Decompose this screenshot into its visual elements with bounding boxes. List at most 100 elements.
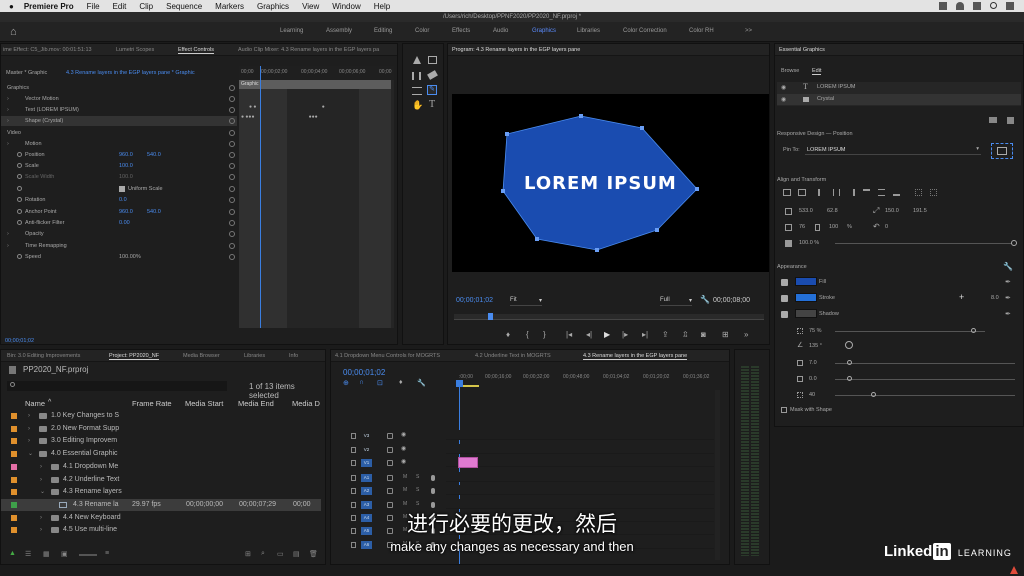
go-to-in-icon[interactable]: |◂ [566, 330, 572, 339]
track-header[interactable]: V1 ◉ [351, 457, 441, 469]
align-middle-icon[interactable] [878, 189, 885, 196]
align-bottom-icon[interactable] [893, 189, 900, 196]
effect-row[interactable]: › Text (LOREM IPSUM) [1, 105, 237, 115]
col-name[interactable]: Name [25, 399, 45, 408]
label-color-swatch[interactable] [11, 425, 17, 432]
opacity-slider-thumb[interactable] [1011, 240, 1017, 246]
effect-row[interactable]: Graphics [1, 83, 237, 93]
track-lane[interactable] [446, 430, 714, 440]
apple-icon[interactable]: ● [9, 2, 14, 11]
effect-row-value[interactable]: 100.0 [119, 161, 133, 171]
shadow-distance[interactable]: 7.0 [809, 360, 817, 366]
menu-view[interactable]: View [302, 2, 319, 11]
control-center-icon[interactable] [1006, 2, 1014, 10]
track-header[interactable]: A2 M S [351, 485, 441, 497]
mute-button[interactable]: M [403, 501, 407, 507]
menu-markers[interactable]: Markers [215, 2, 244, 11]
lift-icon[interactable]: ⇪ [662, 330, 669, 339]
menu-clip[interactable]: Clip [139, 2, 153, 11]
search-icon[interactable] [990, 2, 997, 9]
clip-label[interactable]: 4.3 Rename layers in the EGP layers pane… [66, 68, 195, 78]
col-media-duration[interactable]: Media D [292, 399, 320, 408]
fill-swatch[interactable] [795, 277, 817, 286]
effect-row-value[interactable]: 0.0 [119, 195, 127, 205]
reset-icon[interactable] [229, 231, 235, 237]
project-item[interactable]: › 2.0 New Format Supp [1, 423, 321, 435]
reset-icon[interactable] [229, 209, 235, 215]
menu-file[interactable]: File [87, 2, 100, 11]
chevron-right-icon[interactable]: › [40, 461, 42, 473]
align-right-icon[interactable] [848, 189, 855, 196]
disclosure-triangle-icon[interactable]: › [7, 229, 9, 239]
shadow-opacity-slider[interactable] [835, 331, 985, 332]
opacity-slider[interactable] [835, 243, 1015, 244]
camera-icon[interactable]: ◙ [701, 330, 706, 339]
shadow-size[interactable]: 0.0 [809, 376, 817, 382]
project-item[interactable]: ⌄ 4.0 Essential Graphic [1, 448, 321, 460]
track-label[interactable]: A2 [361, 487, 372, 496]
effect-row[interactable]: Uniform Scale [1, 184, 237, 194]
shadow-opacity-thumb[interactable] [971, 328, 976, 333]
align-left-icon[interactable] [818, 189, 825, 196]
effect-row-value[interactable]: 0.00 [119, 218, 130, 228]
workspace-color-rh[interactable]: Color RH [689, 28, 714, 34]
eye-icon[interactable]: ◉ [781, 96, 786, 103]
shadow-blur[interactable]: 40 [809, 392, 815, 398]
label-color-swatch[interactable] [11, 463, 17, 470]
track-label[interactable]: A1 [361, 474, 372, 482]
chevron-right-icon[interactable]: › [28, 435, 30, 447]
layer-text[interactable]: ◉ T LOREM IPSUM [777, 82, 1021, 93]
rotation-value[interactable]: 0 [885, 224, 888, 230]
workspace-graphics[interactable]: Graphics [532, 28, 556, 34]
track-lock-icon[interactable] [351, 501, 356, 508]
disclosure-triangle-icon[interactable]: › [7, 241, 9, 251]
solo-button[interactable]: S [416, 474, 419, 480]
master-label[interactable]: Master * Graphic [6, 68, 47, 78]
workspace-more-button[interactable]: >> [745, 28, 752, 34]
track-lane[interactable] [446, 457, 714, 467]
position-y[interactable]: 62.8 [827, 208, 838, 214]
effect-row[interactable]: Anchor Point 960.0 540.0 [1, 207, 237, 217]
track-lock-icon[interactable] [351, 475, 356, 481]
step-forward-icon[interactable]: |▸ [622, 330, 628, 339]
microphone-icon[interactable] [431, 488, 435, 495]
timeline-timecode[interactable]: 00;00;01;02 [343, 368, 385, 377]
wrench-icon[interactable]: 🔧 [700, 295, 710, 304]
menu-help[interactable]: Help [374, 2, 390, 11]
effect-row[interactable]: › Motion [1, 139, 237, 149]
solo-button[interactable]: S [416, 501, 419, 507]
track-lane[interactable] [446, 443, 714, 454]
stopwatch-icon[interactable] [17, 254, 22, 259]
delete-layer-icon[interactable] [1007, 117, 1014, 124]
shadow-size-thumb[interactable] [847, 376, 852, 381]
menu-sequence[interactable]: Sequence [166, 2, 202, 11]
track-lock-icon[interactable] [351, 488, 356, 495]
disclosure-triangle-icon[interactable]: › [7, 94, 9, 104]
zoom-slider[interactable] [79, 554, 97, 556]
pin-edges-widget[interactable] [991, 143, 1013, 159]
shadow-eyedropper-icon[interactable]: ✒ [1005, 310, 1011, 318]
egp-tab-browse[interactable]: Browse [781, 68, 799, 74]
align-top-icon[interactable] [863, 189, 870, 196]
distribute-horizontal-icon[interactable] [915, 189, 922, 196]
col-frame-rate[interactable]: Frame Rate [132, 399, 172, 408]
disclosure-triangle-icon[interactable]: › [7, 139, 9, 149]
mark-in-icon[interactable]: { [526, 330, 529, 339]
scale-lock-icon[interactable] [815, 224, 820, 231]
effect-row[interactable]: Position 960.0 540.0 [1, 150, 237, 160]
sync-lock-icon[interactable] [387, 446, 393, 453]
effect-row-value[interactable]: 100.00% [119, 252, 141, 262]
workspace-learning[interactable]: Learning [280, 28, 303, 34]
extract-icon[interactable]: ⇫ [682, 330, 689, 339]
microphone-icon[interactable] [431, 475, 435, 481]
program-playhead[interactable] [488, 313, 493, 320]
scale-value[interactable]: 76 [799, 224, 805, 230]
add-marker-icon[interactable]: ♦ [399, 379, 403, 386]
position-x[interactable]: 533.0 [799, 208, 813, 214]
shadow-opacity[interactable]: 75 % [809, 328, 822, 334]
fill-checkbox[interactable] [781, 279, 788, 286]
shadow-swatch[interactable] [795, 309, 817, 318]
scale-pct-value[interactable]: 100 [829, 224, 838, 230]
track-lane[interactable] [446, 485, 714, 496]
stopwatch-icon[interactable] [17, 174, 22, 179]
